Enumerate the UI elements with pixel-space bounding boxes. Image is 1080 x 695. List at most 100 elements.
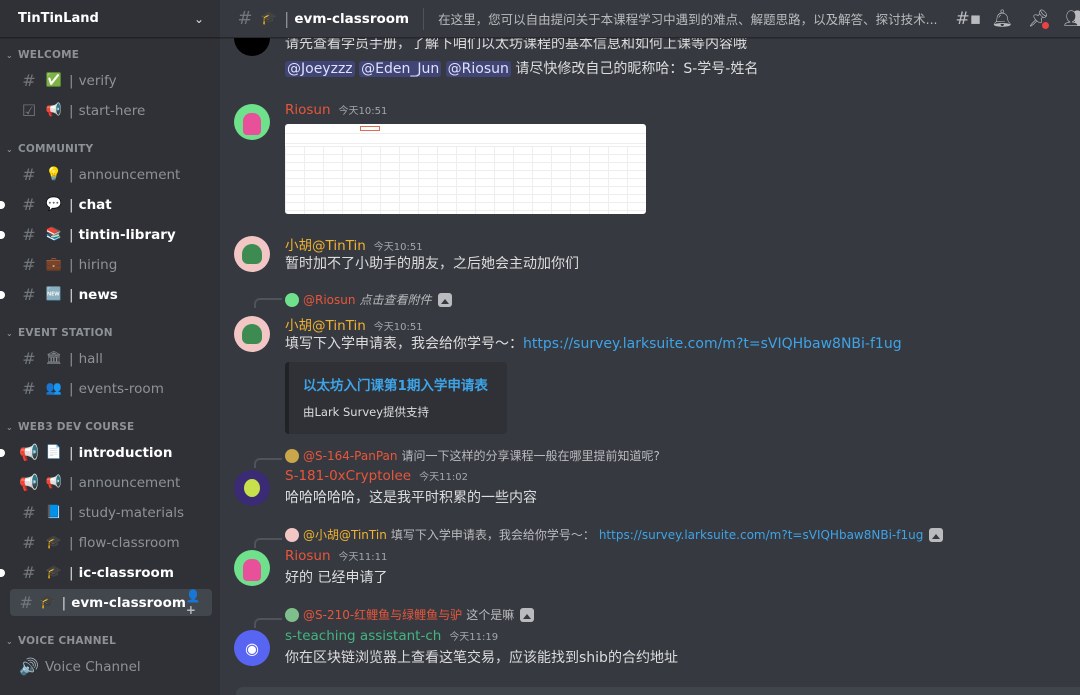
sidebar-item-evm-classroom[interactable]: # 🎓 | evm-classroom 👤+ (10, 589, 212, 617)
author-name[interactable]: 小胡@TinTin (285, 234, 366, 254)
graduation-cap-emoji: 🎓 (260, 11, 278, 26)
sidebar-item-hiring[interactable]: # 💼 | hiring (10, 251, 212, 278)
message: 小胡@TinTin 今天10:51 填写下入学申请表，我会给你学号～：https:… (220, 314, 1080, 434)
category-header[interactable]: ⌄ WEB3 DEV COURSE (0, 416, 220, 438)
chevron-down-icon: ⌄ (6, 50, 13, 60)
reply-author[interactable]: @Riosun (303, 293, 355, 307)
channel-name: introduction (78, 444, 173, 461)
locked-text-channel-icon: # (22, 225, 36, 244)
channel-emoji: 🎓 (45, 565, 63, 580)
channel-emoji: 📚 (45, 227, 63, 242)
reply-link[interactable]: https://survey.larksuite.com/m?t=sVIQHba… (599, 528, 924, 542)
avatar[interactable] (234, 550, 270, 586)
threads-icon[interactable]: #▪ (956, 9, 982, 29)
author-name[interactable]: Riosun (285, 548, 331, 564)
discord-bot-avatar[interactable]: ◉ (234, 630, 270, 666)
channel-separator: | (69, 256, 74, 273)
locked-text-channel-icon: # (22, 195, 36, 214)
reply-spine (254, 618, 282, 628)
bell-icon[interactable]: 🔔︎ (992, 9, 1014, 29)
channel-separator: | (69, 564, 74, 581)
channel-separator: | (69, 166, 74, 183)
chevron-down-icon: ⌄ (6, 328, 13, 338)
reply-reference[interactable]: @小胡@TinTin 填写下入学申请表，我会给你学号～： https://surv… (285, 526, 944, 543)
locked-text-channel-icon: # (19, 593, 33, 612)
author-name[interactable]: S-181-0xCryptolee (285, 468, 411, 484)
message: S-181-0xCryptolee 今天11:02 哈哈哈哈哈，这是我平时积累的一… (220, 468, 1080, 508)
chat-main: # 🎓 | evm-classroom 在这里，您可以自由提问关于本课程学习中遇… (220, 0, 1080, 695)
user-mention[interactable]: @Riosun (445, 61, 511, 77)
sidebar-item-announcement[interactable]: # 💡 | announcement (10, 161, 212, 188)
members-icon[interactable]: 👥︎ (1064, 9, 1080, 29)
reply-reference[interactable]: @S-210-红鲤鱼与绿鲤鱼与驴 这个是嘛 (285, 606, 535, 623)
channel-topic[interactable]: 在这里，您可以自由提问关于本课程学习中遇到的难点、解题思路，以及解答、探讨技术.… (438, 9, 937, 28)
reply-author[interactable]: @S-210-红鲤鱼与绿鲤鱼与驴 (303, 606, 462, 623)
category-header[interactable]: ⌄ COMMUNITY (0, 138, 220, 160)
channel-name: announcement (78, 166, 181, 183)
sidebar-item-announcement[interactable]: 📢 📢 | announcement (10, 469, 212, 496)
avatar[interactable] (234, 316, 270, 352)
category-header[interactable]: ⌄ WELCOME (0, 44, 220, 66)
channel-separator: | (69, 102, 74, 119)
sidebar-item-chat[interactable]: # 💬 | chat (0, 191, 212, 218)
avatar[interactable] (234, 38, 270, 56)
timestamp: 今天11:11 (338, 552, 388, 563)
avatar[interactable] (234, 236, 270, 272)
sidebar-item-verify[interactable]: # ✅ | verify (10, 67, 212, 94)
sidebar-item-introduction[interactable]: 📢 📄 | introduction (0, 439, 212, 466)
channel-title: evm-classroom (294, 10, 410, 27)
message-text: 哈哈哈哈哈，这是我平时积累的一些内容 (285, 490, 537, 506)
header-divider (423, 7, 425, 30)
sidebar-item-flow-classroom[interactable]: # 🎓 | flow-classroom (10, 529, 212, 556)
locked-text-channel-icon: # (22, 503, 36, 522)
survey-link[interactable]: https://survey.larksuite.com/m?t=sVIQHba… (523, 336, 902, 352)
user-mention[interactable]: @Joeyzzz (285, 61, 355, 77)
sheet-grid (285, 146, 646, 214)
sidebar-item-voice-channel[interactable]: 🔊 Voice Channel (10, 653, 212, 680)
channel-separator: | (69, 474, 74, 491)
category-name: WEB3 DEV COURSE (18, 421, 135, 433)
message-input[interactable] (236, 687, 1080, 695)
image-attachment[interactable] (285, 124, 646, 214)
author-name[interactable]: s-teaching assistant-ch (285, 628, 441, 644)
message-text: 你在区块链浏览器上查看这笔交易，应该能找到shib的合约地址 (285, 650, 678, 666)
channel-name: flow-classroom (78, 534, 180, 551)
sidebar-item-ic-classroom[interactable]: # 🎓 | ic-classroom (0, 559, 212, 586)
message-text: 填写下入学申请表，我会给你学号～：https://survey.larksuit… (285, 334, 1080, 354)
server-header[interactable]: TinTinLand ⌄ (0, 0, 220, 38)
chevron-down-icon[interactable]: ⌄ (194, 12, 204, 26)
channel-name: announcement (78, 474, 181, 491)
author-name[interactable]: 小胡@TinTin (285, 314, 366, 334)
sidebar-item-study-materials[interactable]: # 📘 | study-materials (10, 499, 212, 526)
channel-list: ⌄ WELCOME # ✅ | verify ☑ 📢 | start-here ⌄ COMMUNITY… (0, 38, 220, 695)
user-mention[interactable]: @Eden_Jun (359, 61, 442, 77)
locked-text-channel-icon: # (22, 563, 36, 582)
category-header[interactable]: ⌄ EVENT STATION (0, 322, 220, 344)
avatar[interactable] (234, 104, 270, 140)
sidebar-item-start-here[interactable]: ☑ 📢 | start-here (10, 97, 212, 124)
author-name[interactable]: Riosun (285, 102, 331, 118)
reply-author[interactable]: @小胡@TinTin (303, 526, 387, 543)
sidebar-item-events-room[interactable]: # 👥 | events-room (10, 375, 212, 402)
reply-reference[interactable]: @S-164-PanPan 请问一下这样的分享课程一般在哪里提前知道呢? (285, 447, 660, 464)
sidebar-item-hall[interactable]: # 🏛 | hall (10, 345, 212, 372)
channel-emoji: 📄 (45, 445, 63, 460)
pin-icon[interactable]: 📌︎ (1028, 9, 1049, 29)
create-invite-icon[interactable]: 👤+ (186, 589, 204, 617)
channel-name: news (78, 286, 118, 303)
sidebar-item-news[interactable]: # 🆕 | news (0, 281, 212, 308)
message-list[interactable]: 请先查看学员手册，了解下咱们以太坊课程的基本信息和如何上课等内容哦 @Joeyz… (220, 38, 1080, 695)
sheet-tab-highlight (360, 126, 380, 131)
sidebar-item-tintin-library[interactable]: # 📚 | tintin-library (0, 221, 212, 248)
reply-reference[interactable]: @Riosun 点击查看附件 (285, 291, 452, 308)
discord-logo-icon: ◉ (245, 638, 259, 658)
avatar[interactable] (234, 470, 270, 506)
unread-indicator (0, 291, 5, 299)
category-header[interactable]: ⌄ VOICE CHANNEL (0, 630, 220, 652)
reply-avatar (285, 448, 299, 463)
embed-title[interactable]: 以太坊入门课第1期入学申请表 (303, 374, 493, 394)
timestamp: 今天11:19 (449, 632, 499, 643)
reply-author[interactable]: @S-164-PanPan (303, 449, 398, 463)
unread-indicator (0, 201, 5, 209)
locked-text-channel-icon: # (22, 71, 36, 90)
